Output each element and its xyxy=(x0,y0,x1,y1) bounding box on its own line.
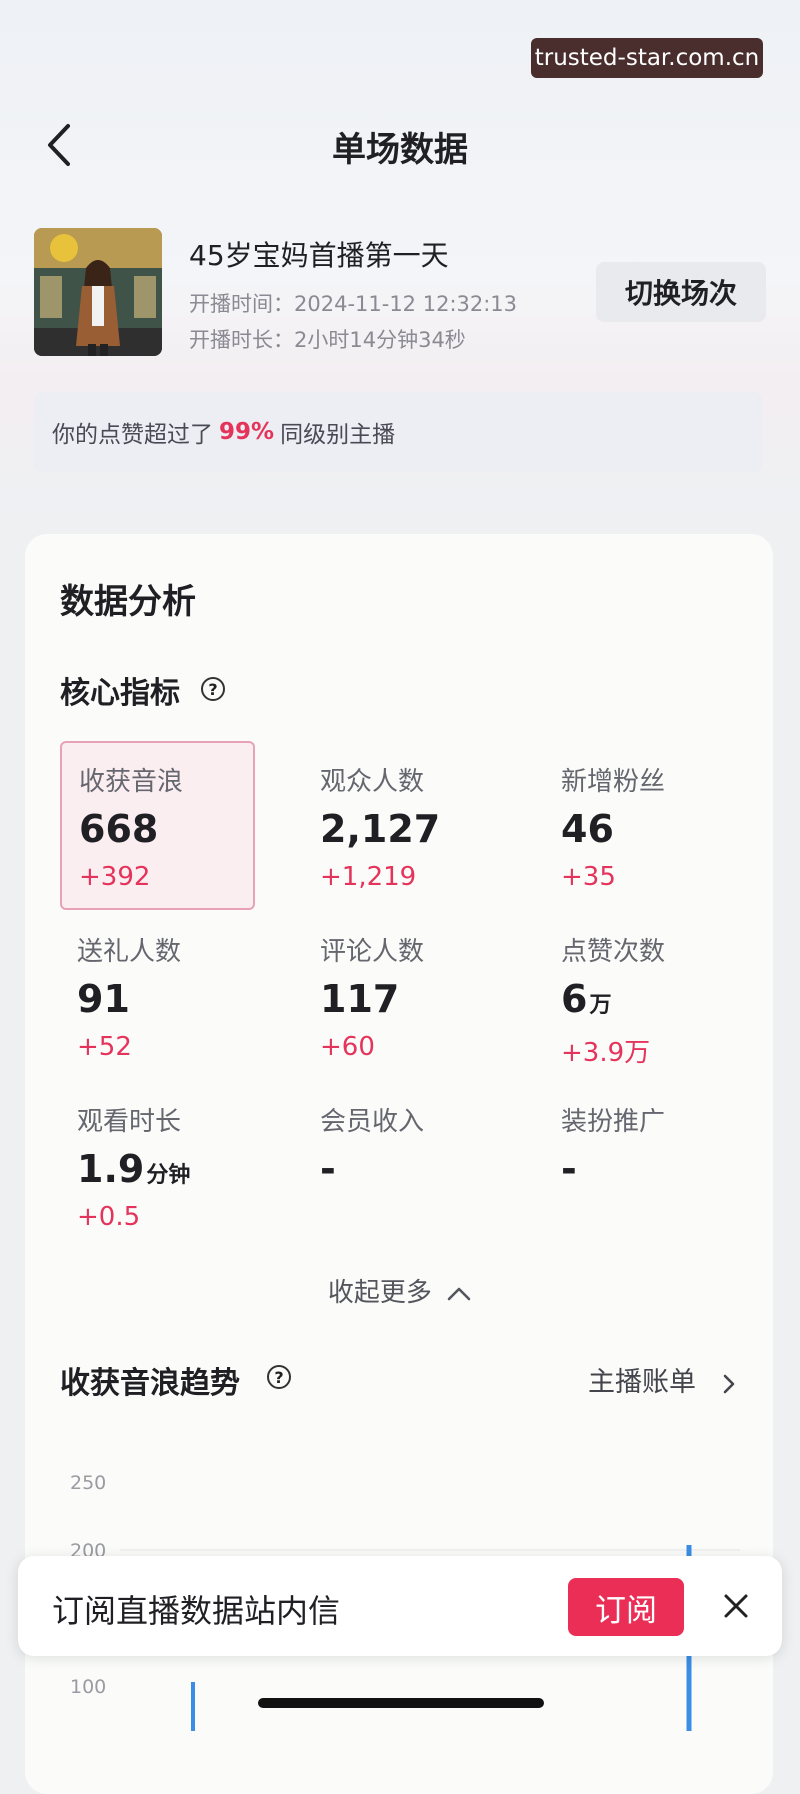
subscribe-text: 订阅直播数据站内信 xyxy=(52,1592,341,1630)
metric-label: 观众人数 xyxy=(320,767,425,797)
metric-label: 新增粉丝 xyxy=(561,767,666,797)
metric-delta: +0.5 xyxy=(77,1202,141,1232)
collapse-more-button[interactable]: 收起更多 xyxy=(0,1272,800,1309)
metric-value: 2,127 xyxy=(320,807,441,851)
metric-label: 会员收入 xyxy=(320,1107,425,1137)
streamer-bill-link[interactable]: 主播账单 xyxy=(588,1360,739,1399)
subscribe-bar: 订阅直播数据站内信 订阅 xyxy=(18,1556,782,1656)
chevron-right-icon xyxy=(723,1374,734,1393)
metric-viewers[interactable]: 观众人数 2,127 +1,219 xyxy=(320,761,540,892)
start-time: 开播时间：2024-11-12 12:32:13 xyxy=(189,292,518,316)
metric-income[interactable]: 收获音浪 668 +392 xyxy=(79,761,299,892)
metric-member-income[interactable]: 会员收入 - xyxy=(320,1101,540,1202)
metric-gifters[interactable]: 送礼人数 91 +52 xyxy=(77,931,297,1062)
analysis-title: 数据分析 xyxy=(60,582,196,622)
metric-value: - xyxy=(320,1147,336,1191)
metric-delta: +52 xyxy=(77,1032,132,1062)
stream-duration: 开播时长：2小时14分钟34秒 xyxy=(189,328,466,352)
core-metrics-title: 核心指标 xyxy=(60,676,180,711)
metric-delta: +392 xyxy=(79,862,151,892)
session-thumbnail[interactable] xyxy=(34,228,162,356)
switch-session-button[interactable]: 切换场次 xyxy=(596,262,766,322)
metric-label: 收获音浪 xyxy=(79,767,184,797)
metric-value: 46 xyxy=(561,807,614,851)
metric-likes[interactable]: 点赞次数 6万 +3.9万 xyxy=(561,931,781,1069)
metric-delta: +35 xyxy=(561,862,616,892)
y-tick-label: 100 xyxy=(70,1676,106,1698)
metric-delta: +3.9万 xyxy=(561,1038,651,1068)
metric-label: 装扮推广 xyxy=(561,1107,666,1137)
metric-value: 668 xyxy=(79,807,159,851)
metric-delta: +60 xyxy=(320,1032,375,1062)
metric-label: 点赞次数 xyxy=(561,937,666,967)
metric-delta: +1,219 xyxy=(320,862,417,892)
metric-value: 6万 xyxy=(561,977,612,1021)
watermark: trusted-star.com.cn xyxy=(531,38,763,78)
metric-watch-time[interactable]: 观看时长 1.9分钟 +0.5 xyxy=(77,1101,297,1232)
metric-value: 91 xyxy=(77,977,130,1021)
metric-value: - xyxy=(561,1147,577,1191)
help-icon[interactable]: ? xyxy=(201,677,225,701)
metric-label: 送礼人数 xyxy=(77,937,182,967)
close-button[interactable] xyxy=(720,1590,752,1622)
trend-title: 收获音浪趋势 xyxy=(60,1366,240,1401)
metric-value: 1.9分钟 xyxy=(77,1147,191,1191)
metric-label: 评论人数 xyxy=(320,937,425,967)
subscribe-button[interactable]: 订阅 xyxy=(568,1578,684,1636)
streamer-photo xyxy=(34,228,162,356)
y-tick-label: 250 xyxy=(70,1472,106,1494)
rank-suffix: 同级别主播 xyxy=(280,422,396,448)
chevron-up-icon xyxy=(447,1287,471,1300)
metric-decoration-promo[interactable]: 装扮推广 - xyxy=(561,1101,781,1202)
metric-value: 117 xyxy=(320,977,400,1021)
page-title: 单场数据 xyxy=(332,130,468,170)
session-title: 45岁宝妈首播第一天 xyxy=(189,239,449,272)
bill-link-label: 主播账单 xyxy=(588,1367,696,1398)
help-icon[interactable]: ? xyxy=(267,1365,291,1389)
collapse-label: 收起更多 xyxy=(327,1278,432,1308)
close-icon xyxy=(724,1594,748,1618)
rank-banner: 你的点赞超过了 99% 同级别主播 xyxy=(34,392,762,472)
metric-label: 观看时长 xyxy=(77,1107,182,1137)
rank-prefix: 你的点赞超过了 xyxy=(52,422,213,448)
home-indicator xyxy=(258,1698,544,1708)
rank-percent: 99% xyxy=(219,419,275,445)
metric-new-followers[interactable]: 新增粉丝 46 +35 xyxy=(561,761,781,892)
metric-commenters[interactable]: 评论人数 117 +60 xyxy=(320,931,540,1062)
